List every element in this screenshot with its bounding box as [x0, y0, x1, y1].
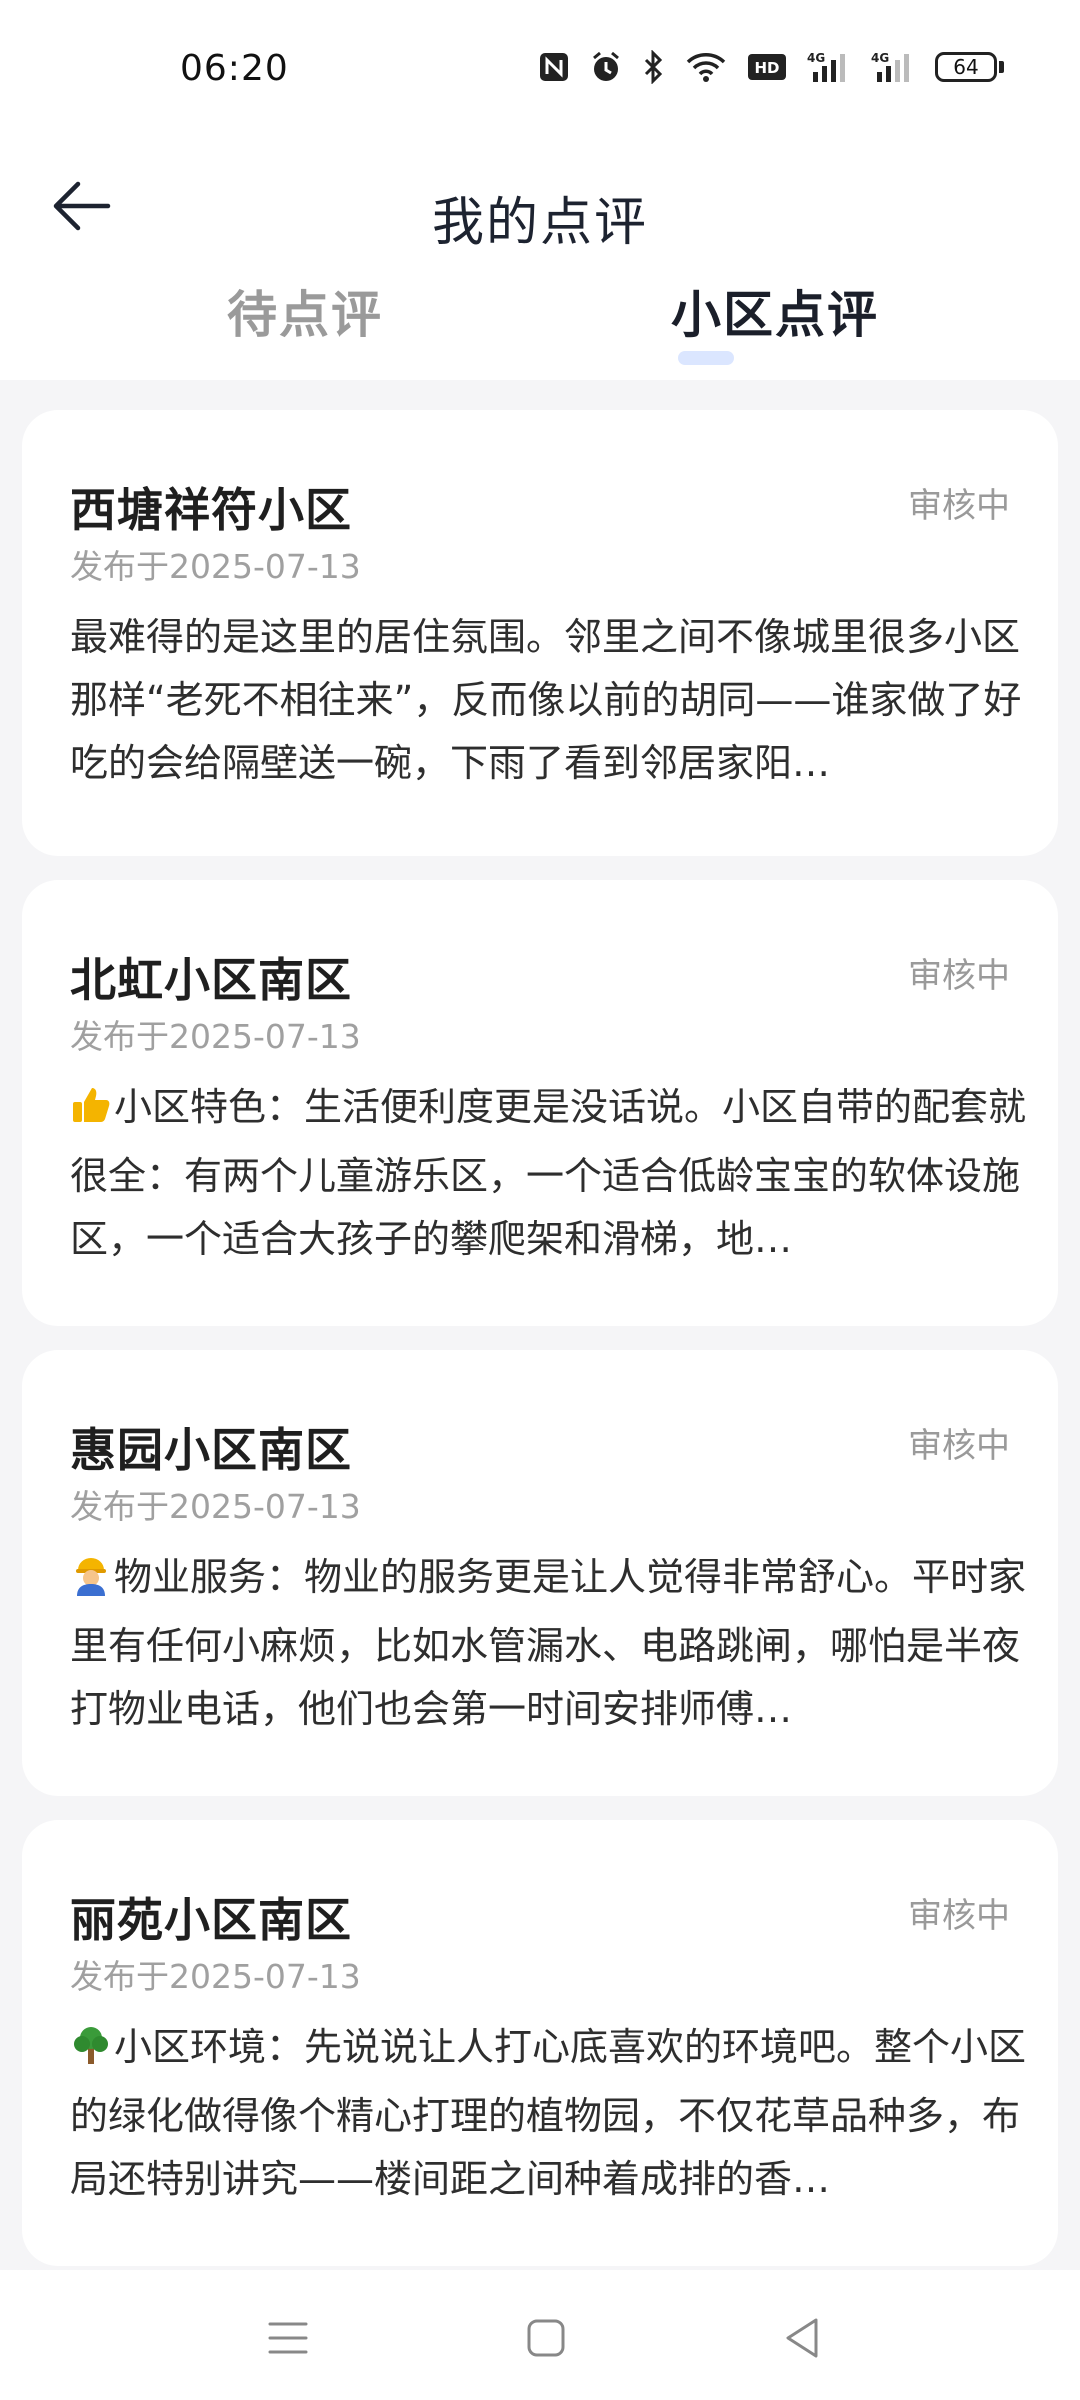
review-status: 审核中	[908, 1426, 1010, 1466]
header: 我的点评 待点评 小区点评	[0, 140, 1080, 380]
system-nav-bar	[0, 2270, 1080, 2400]
review-card[interactable]: 北虹小区南区 审核中 发布于2025-07-13 小区特色：生活便利度更是没话说…	[22, 880, 1058, 1326]
signal-4g-icon: 4G	[807, 50, 851, 84]
page-title: 我的点评	[431, 193, 648, 253]
publish-date: 发布于2025-07-13	[70, 547, 361, 586]
community-name: 丽苑小区南区	[70, 1893, 352, 1947]
back-triangle-icon	[782, 2316, 822, 2364]
review-text: 小区特色：生活便利度更是没话说。小区自带的配套就很全：有两个儿童游乐区，一个适合…	[70, 1076, 1030, 1271]
community-name: 北虹小区南区	[70, 953, 352, 1007]
tab-label: 待点评	[227, 286, 383, 344]
status-bar: 06:20 HD 4G 4G 64	[0, 0, 1080, 140]
signal-4g-icon: 4G	[871, 50, 915, 84]
bluetooth-icon	[643, 50, 665, 84]
review-status: 审核中	[908, 956, 1010, 996]
review-card[interactable]: 丽苑小区南区 审核中 发布于2025-07-13 小区环境：先说说让人打心底喜欢…	[22, 1820, 1058, 2266]
review-text: 小区环境：先说说让人打心底喜欢的环境吧。整个小区的绿化做得像个精心打理的植物园，…	[70, 2016, 1030, 2211]
battery-indicator: 64	[935, 52, 1004, 82]
back-nav-button[interactable]	[772, 2310, 832, 2370]
thumbs-up-icon	[70, 1082, 112, 1145]
status-icons: HD 4G 4G 64	[539, 50, 1004, 84]
review-status: 审核中	[908, 486, 1010, 526]
menu-icon	[266, 2318, 310, 2362]
review-text-content: 小区环境：先说说让人打心底喜欢的环境吧。整个小区的绿化做得像个精心打理的植物园，…	[70, 2025, 1027, 2201]
home-square-icon	[526, 2318, 566, 2362]
community-name: 西塘祥符小区	[70, 483, 352, 537]
svg-text:4G: 4G	[871, 51, 889, 65]
review-status: 审核中	[908, 1896, 1010, 1936]
review-list: 西塘祥符小区 审核中 发布于2025-07-13 最难得的是这里的居住氛围。邻里…	[22, 410, 1058, 2290]
community-name: 惠园小区南区	[70, 1423, 352, 1477]
hd-icon: HD	[747, 52, 787, 82]
battery-level: 64	[935, 52, 997, 82]
review-text: 最难得的是这里的居住氛围。邻里之间不像城里很多小区那样“老死不相往来”，反而像以…	[70, 606, 1030, 795]
tree-icon	[70, 2022, 112, 2085]
review-text-content: 最难得的是这里的居住氛围。邻里之间不像城里很多小区那样“老死不相往来”，反而像以…	[70, 615, 1022, 785]
status-time: 06:20	[180, 48, 289, 89]
review-text: 物业服务：物业的服务更是让人觉得非常舒心。平时家里有任何小麻烦，比如水管漏水、电…	[70, 1546, 1030, 1741]
home-button[interactable]	[516, 2310, 576, 2370]
review-card[interactable]: 惠园小区南区 审核中 发布于2025-07-13 物业服务：物业的服务更是让人觉…	[22, 1350, 1058, 1796]
publish-date: 发布于2025-07-13	[70, 1487, 361, 1526]
publish-date: 发布于2025-07-13	[70, 1957, 361, 1996]
wifi-icon	[685, 51, 727, 83]
nfc-icon	[539, 52, 569, 82]
review-card[interactable]: 西塘祥符小区 审核中 发布于2025-07-13 最难得的是这里的居住氛围。邻里…	[22, 410, 1058, 856]
review-text-content: 物业服务：物业的服务更是让人觉得非常舒心。平时家里有任何小麻烦，比如水管漏水、电…	[70, 1555, 1027, 1731]
menu-button[interactable]	[258, 2310, 318, 2370]
tab-label: 小区点评	[671, 286, 879, 344]
alarm-icon	[589, 50, 623, 84]
tab-community-review[interactable]: 小区点评	[595, 275, 955, 375]
svg-text:HD: HD	[754, 59, 779, 77]
tab-bar: 待点评 小区点评	[0, 275, 1080, 375]
tab-pending-review[interactable]: 待点评	[125, 275, 485, 375]
review-text-content: 小区特色：生活便利度更是没话说。小区自带的配套就很全：有两个儿童游乐区，一个适合…	[70, 1085, 1027, 1261]
publish-date: 发布于2025-07-13	[70, 1017, 361, 1056]
svg-text:4G: 4G	[807, 51, 825, 65]
worker-icon	[70, 1552, 112, 1615]
